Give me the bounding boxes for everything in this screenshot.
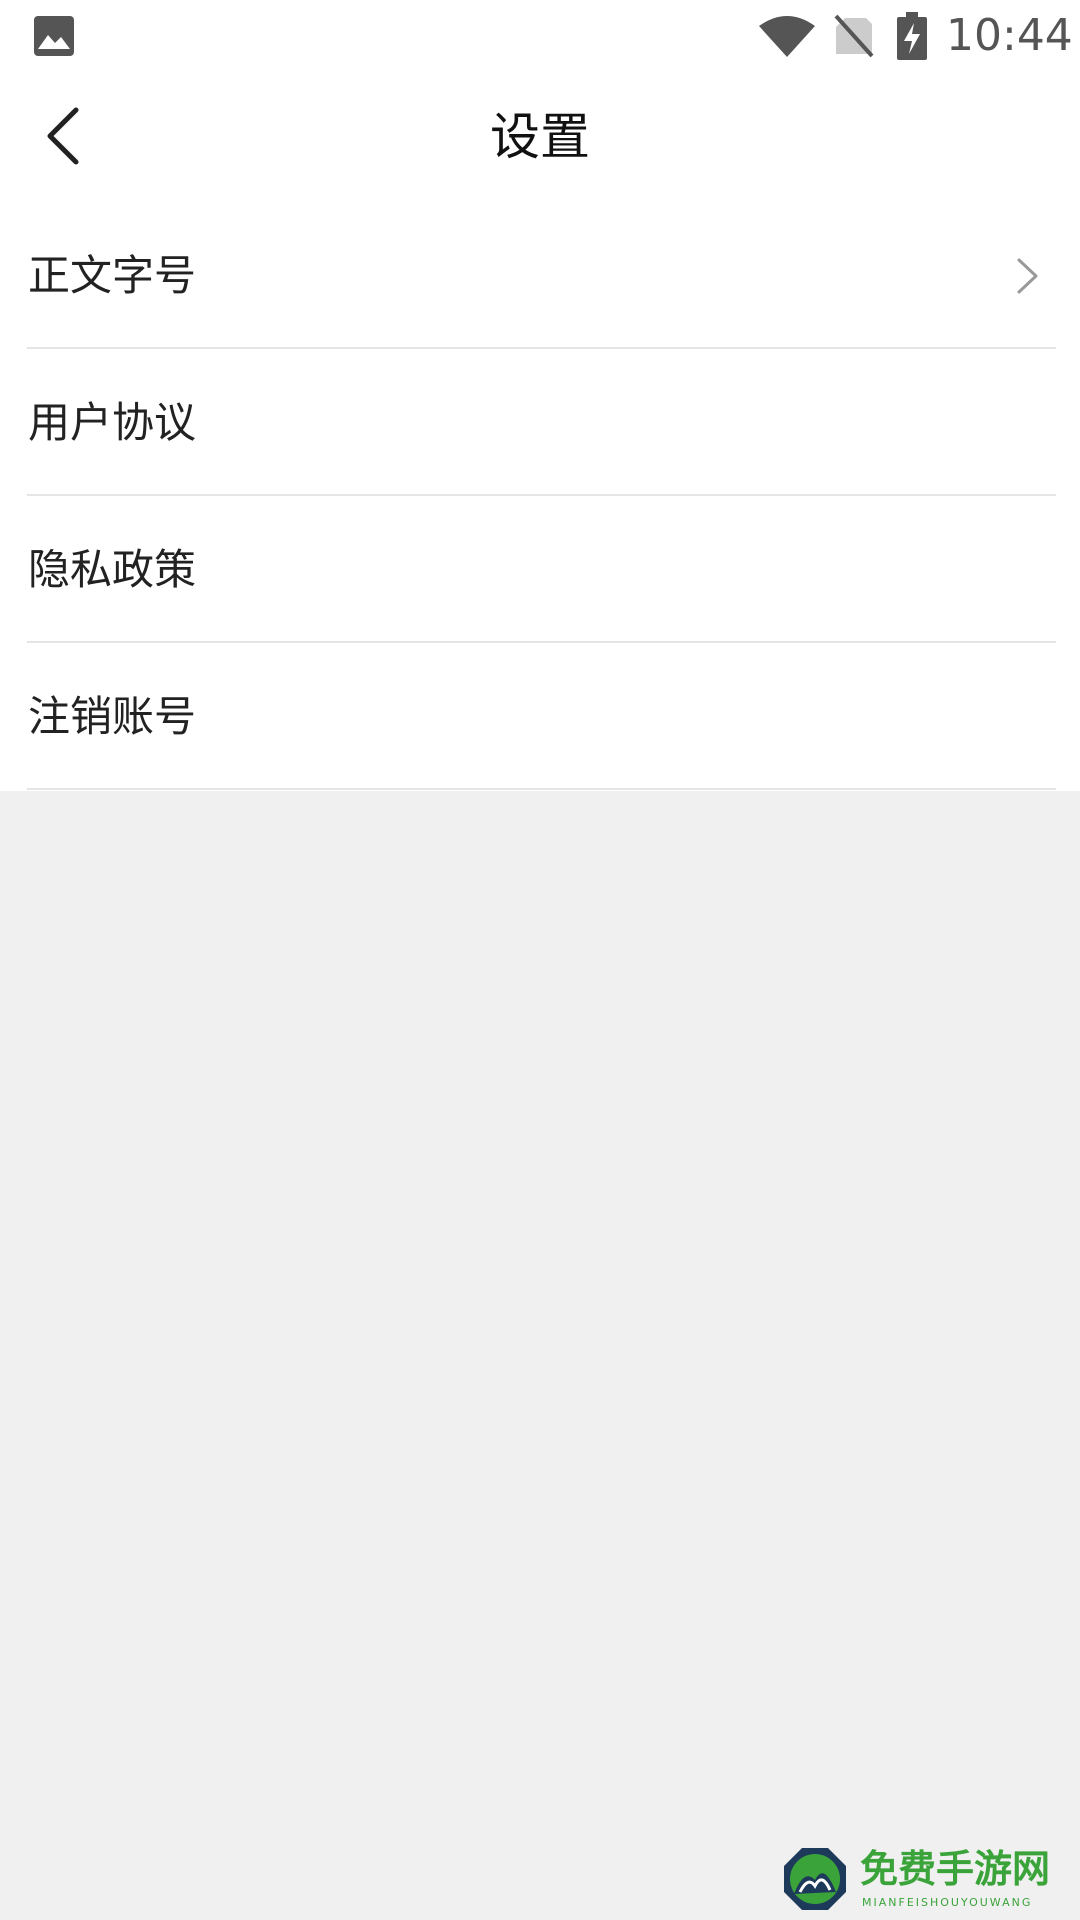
- settings-item-label: 注销账号: [28, 692, 197, 741]
- header: 设置: [0, 72, 1080, 202]
- watermark-logo: 免费手游网 MIANFEISHOUYOUWANG: [782, 1846, 1072, 1916]
- settings-item-delete-account[interactable]: 注销账号: [0, 643, 1080, 790]
- gallery-icon: [34, 16, 74, 56]
- settings-item-font-size[interactable]: 正文字号: [0, 202, 1080, 349]
- watermark-seal-icon: [782, 1846, 848, 1912]
- settings-item-user-agreement[interactable]: 用户协议: [0, 349, 1080, 496]
- chevron-right-icon: [1014, 256, 1044, 296]
- settings-item-privacy-policy[interactable]: 隐私政策: [0, 496, 1080, 643]
- settings-list: 正文字号 用户协议 隐私政策 注销账号: [0, 202, 1080, 790]
- settings-item-label: 隐私政策: [28, 545, 197, 594]
- watermark-title: 免费手游网: [860, 1846, 1051, 1891]
- status-time: 10:44: [946, 10, 1073, 61]
- settings-item-label: 正文字号: [28, 251, 197, 300]
- wifi-icon: [758, 14, 816, 58]
- no-sim-icon: [834, 14, 874, 58]
- battery-charging-icon: [896, 12, 928, 60]
- divider: [27, 788, 1056, 790]
- content-area: 10:44 设置 正文字号 用户协议 隐私政策 注销账号: [0, 0, 1080, 791]
- watermark-subtitle: MIANFEISHOUYOUWANG: [862, 1896, 1033, 1909]
- status-bar: 10:44: [0, 0, 1080, 72]
- page-title: 设置: [490, 108, 590, 166]
- settings-item-label: 用户协议: [28, 398, 197, 447]
